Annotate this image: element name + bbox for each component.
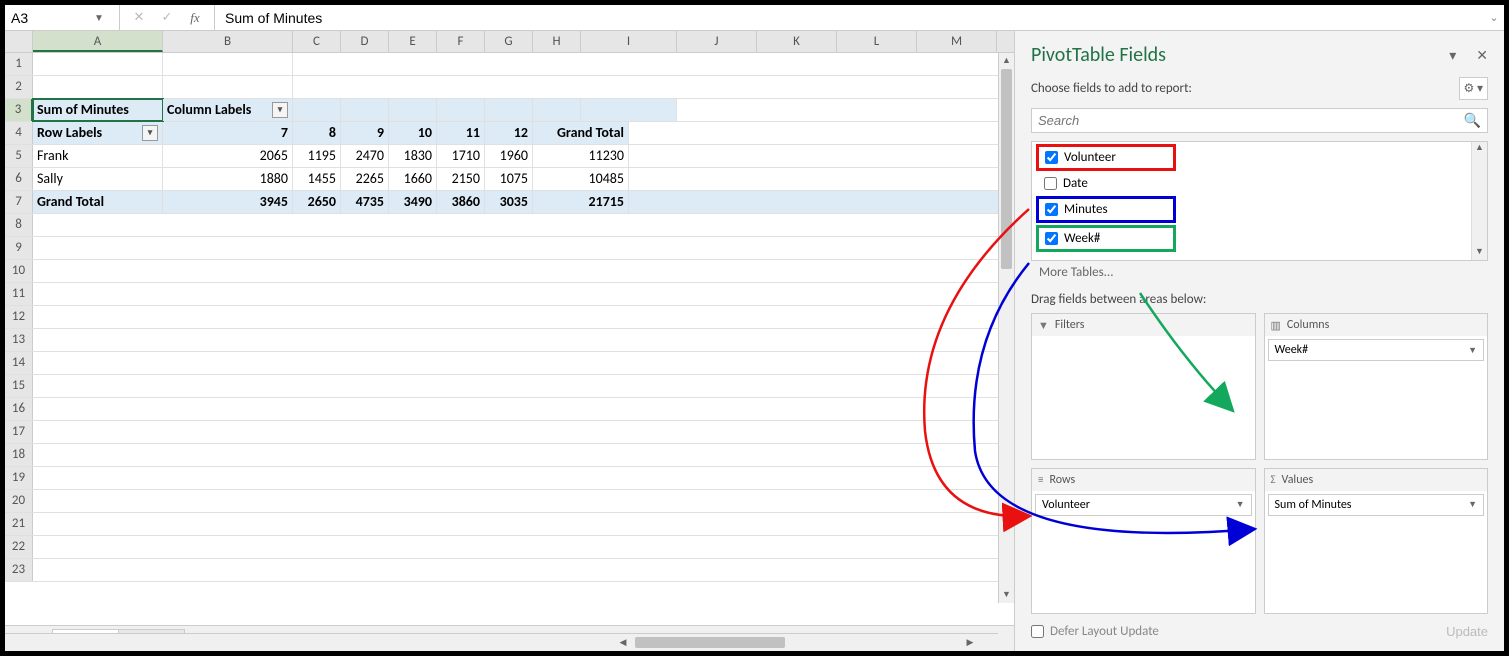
- scroll-thumb[interactable]: [1001, 69, 1012, 269]
- pivottable-fields-pane: PivotTable Fields ▾ ✕ Choose fields to a…: [1014, 31, 1504, 651]
- hscroll-thumb[interactable]: [635, 637, 785, 648]
- filter-icon: ▼: [1038, 319, 1049, 332]
- row-header-7[interactable]: 7: [5, 191, 33, 213]
- col-header-H[interactable]: H: [533, 31, 581, 52]
- cancel-icon: ✕: [132, 10, 146, 26]
- filters-area[interactable]: ▼Filters: [1031, 313, 1256, 460]
- row-header-4[interactable]: 4: [5, 122, 33, 144]
- search-icon: 🔍: [1464, 112, 1481, 129]
- col-header-E[interactable]: E: [389, 31, 437, 52]
- col-header-A[interactable]: A: [33, 31, 163, 52]
- more-tables-link[interactable]: More Tables...: [1031, 265, 1488, 280]
- sheet-tab-bar: ◀ ▶ Sheet2 Sheet1 ⊕ ◀ ▶: [5, 625, 1014, 651]
- values-area[interactable]: ΣValues Sum of Minutes▼: [1264, 468, 1489, 615]
- area-item-sum-minutes[interactable]: Sum of Minutes▼: [1268, 494, 1485, 516]
- row-header-5[interactable]: 5: [5, 145, 33, 167]
- formula-input[interactable]: [214, 5, 1484, 30]
- horizontal-scrollbar[interactable]: ◀ ▶: [5, 633, 998, 651]
- sigma-icon: Σ: [1271, 473, 1276, 486]
- scroll-down-icon[interactable]: ▼: [999, 587, 1014, 603]
- col-header-L[interactable]: L: [837, 31, 917, 52]
- columns-area[interactable]: ▥Columns Week#▼: [1264, 313, 1489, 460]
- col-header-J[interactable]: J: [677, 31, 757, 52]
- columns-icon: ▥: [1271, 319, 1281, 332]
- row-header-1[interactable]: 1: [5, 53, 33, 75]
- fieldlist-down-icon[interactable]: ▼: [1472, 246, 1487, 260]
- table-row: 5 Frank 2065 1195 2470 1830 1710 1960 11…: [5, 145, 1014, 168]
- col-header-M[interactable]: M: [917, 31, 997, 52]
- drag-areas-label: Drag fields between areas below:: [1031, 292, 1488, 307]
- vertical-scrollbar[interactable]: ▲ ▼: [998, 53, 1014, 603]
- row-header-2[interactable]: 2: [5, 76, 33, 98]
- field-minutes[interactable]: Minutes: [1036, 196, 1176, 223]
- row-header-6[interactable]: 6: [5, 168, 33, 190]
- field-list[interactable]: Volunteer Date Minutes Week# ▲ ▼: [1031, 141, 1488, 261]
- col-header-G[interactable]: G: [485, 31, 533, 52]
- col-header-I[interactable]: I: [581, 31, 677, 52]
- cell-A4[interactable]: Row Labels▾: [33, 122, 163, 144]
- select-all-corner[interactable]: [5, 31, 33, 52]
- defer-checkbox[interactable]: Defer Layout Update: [1031, 624, 1159, 639]
- spreadsheet-grid: A B C D E F G H I J K L M 1 2 3 Sum of M…: [5, 31, 1014, 625]
- scroll-right-icon[interactable]: ▶: [962, 634, 978, 651]
- pane-subtitle: Choose fields to add to report:: [1031, 81, 1192, 96]
- row-labels-filter-icon[interactable]: ▾: [142, 125, 158, 141]
- table-row: 6 Sally 1880 1455 2265 1660 2150 1075 10…: [5, 168, 1014, 191]
- rows-area[interactable]: ≡Rows Volunteer▼: [1031, 468, 1256, 615]
- area-item-volunteer[interactable]: Volunteer▼: [1035, 494, 1252, 516]
- pane-title: PivotTable Fields: [1031, 43, 1166, 67]
- field-week[interactable]: Week#: [1036, 225, 1176, 252]
- chevron-down-icon[interactable]: ▼: [1236, 499, 1245, 510]
- scroll-up-icon[interactable]: ▲: [999, 53, 1014, 69]
- col-header-K[interactable]: K: [757, 31, 837, 52]
- col-header-B[interactable]: B: [163, 31, 293, 52]
- col-header-F[interactable]: F: [437, 31, 485, 52]
- update-button[interactable]: Update: [1446, 624, 1488, 639]
- field-volunteer[interactable]: Volunteer: [1036, 144, 1176, 171]
- pane-close-icon[interactable]: ✕: [1476, 47, 1488, 64]
- chevron-down-icon[interactable]: ▼: [1468, 345, 1477, 356]
- field-search[interactable]: 🔍: [1031, 108, 1488, 133]
- pane-dropdown-icon[interactable]: ▾: [1449, 47, 1456, 64]
- formula-expand-icon[interactable]: ⌄: [1484, 11, 1504, 24]
- col-header-C[interactable]: C: [293, 31, 341, 52]
- chevron-down-icon[interactable]: ▼: [1468, 499, 1477, 510]
- formula-bar: ▼ ✕ ✓ fx ⌄: [5, 5, 1504, 31]
- col-header-D[interactable]: D: [341, 31, 389, 52]
- area-item-week[interactable]: Week#▼: [1268, 339, 1485, 361]
- name-box[interactable]: [11, 10, 91, 26]
- field-date[interactable]: Date: [1032, 173, 1487, 194]
- cell-B3[interactable]: Column Labels▾: [163, 99, 293, 121]
- namebox-dropdown-icon[interactable]: ▼: [91, 5, 107, 30]
- row-header-3[interactable]: 3: [5, 99, 33, 121]
- scroll-left-icon[interactable]: ◀: [615, 634, 631, 651]
- fieldlist-scrollbar[interactable]: ▲ ▼: [1471, 142, 1487, 260]
- fieldlist-up-icon[interactable]: ▲: [1472, 142, 1487, 156]
- cell-A3[interactable]: Sum of Minutes: [33, 99, 163, 121]
- gear-icon[interactable]: ⚙ ▾: [1459, 77, 1489, 100]
- fx-icon[interactable]: fx: [188, 10, 202, 26]
- col-labels-filter-icon[interactable]: ▾: [272, 102, 288, 118]
- enter-icon: ✓: [160, 10, 174, 26]
- search-input[interactable]: [1038, 113, 1464, 128]
- rows-icon: ≡: [1038, 473, 1043, 486]
